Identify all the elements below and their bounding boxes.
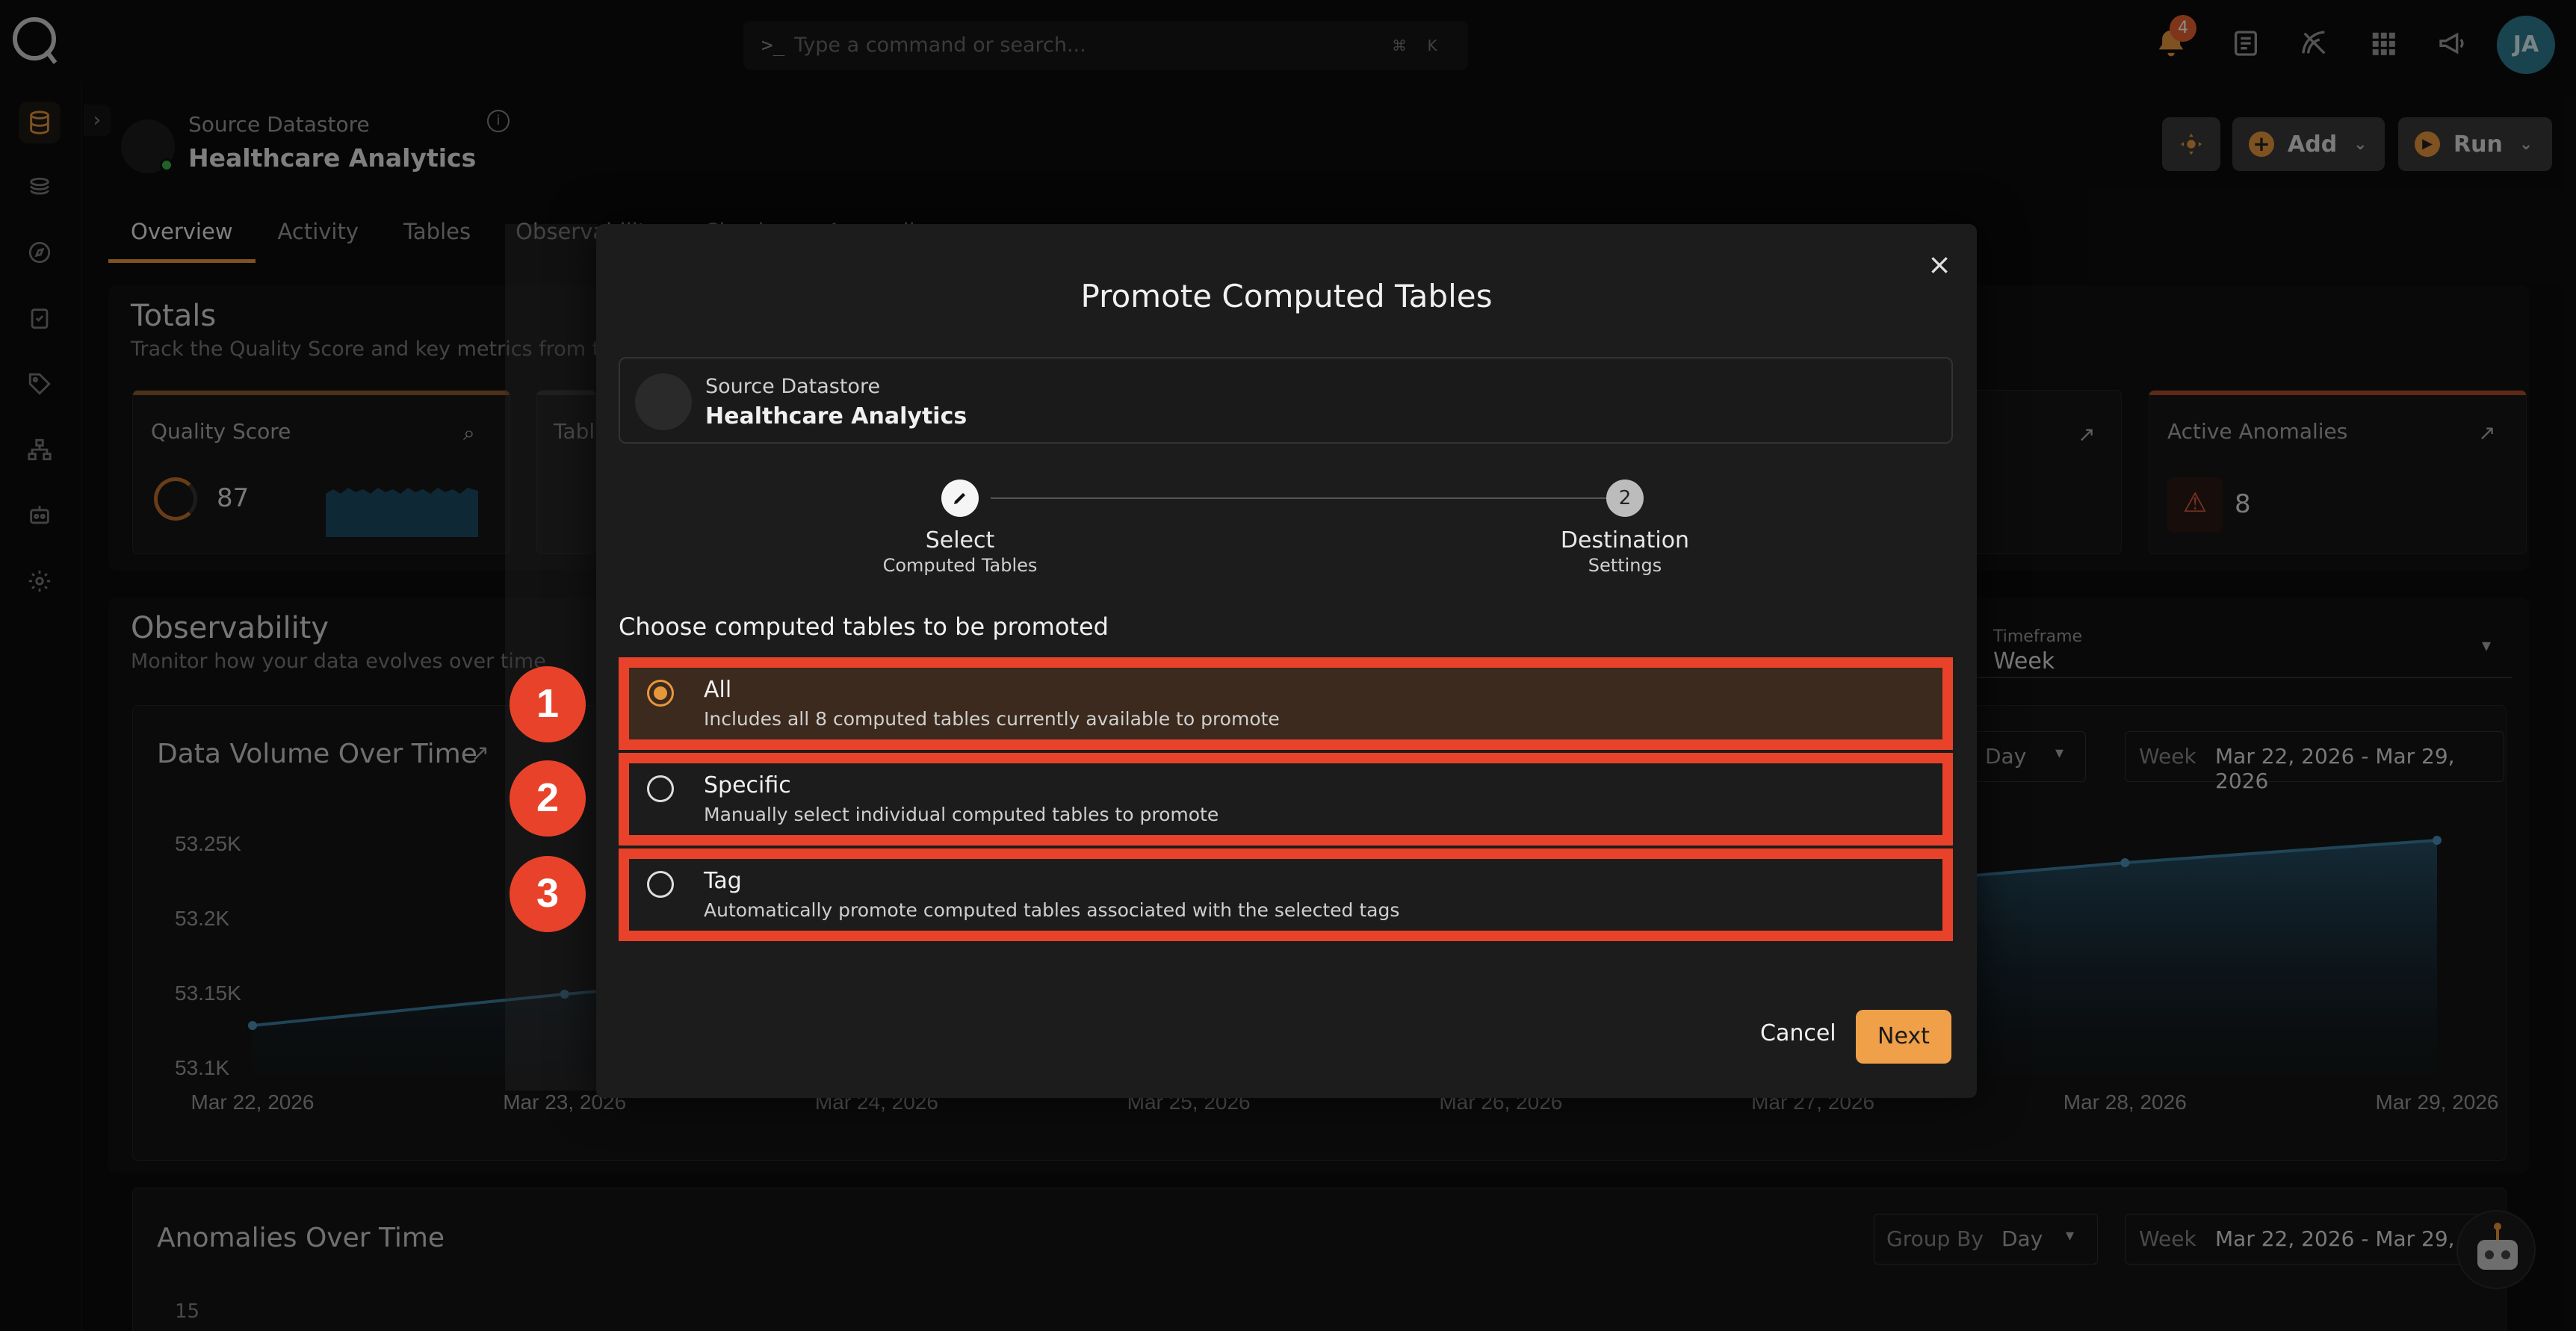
step-2-label: Destination Settings	[1490, 527, 1759, 576]
modal-datastore-label: Source Datastore	[705, 375, 881, 398]
option-specific-title: Specific	[704, 772, 791, 798]
modal-edge	[505, 224, 598, 1090]
option-all-desc: Includes all 8 computed tables currently…	[704, 708, 1280, 730]
cancel-button[interactable]: Cancel	[1760, 1020, 1836, 1046]
postgres-icon	[635, 373, 692, 430]
step-marker-3: 3	[510, 856, 586, 932]
step-2-indicator: 2	[1606, 480, 1644, 517]
modal-title: Promote Computed Tables	[1080, 278, 1493, 314]
step-1-subtitle: Computed Tables	[882, 555, 1038, 576]
promote-modal: × Promote Computed Tables Source Datasto…	[596, 224, 1977, 1098]
modal-datastore-box: Source Datastore Healthcare Analytics	[619, 357, 1953, 444]
step-marker-2: 2	[510, 760, 586, 837]
radio-all[interactable]	[647, 680, 674, 707]
choose-heading: Choose computed tables to be promoted	[619, 612, 1109, 641]
option-specific[interactable]: Specific Manually select individual comp…	[619, 753, 1953, 846]
radio-tag[interactable]	[647, 871, 674, 898]
step-marker-1: 1	[510, 666, 586, 742]
step-2-title: Destination	[1560, 527, 1690, 553]
step-1-indicator	[941, 480, 979, 517]
option-tag[interactable]: Tag Automatically promote computed table…	[619, 848, 1953, 941]
option-tag-desc: Automatically promote computed tables as…	[704, 899, 1400, 921]
option-specific-desc: Manually select individual computed tabl…	[704, 804, 1219, 825]
option-tag-title: Tag	[704, 868, 742, 894]
pencil-icon	[954, 493, 965, 504]
step-2-subtitle: Settings	[1588, 555, 1662, 576]
next-button[interactable]: Next	[1856, 1010, 1951, 1064]
radio-specific[interactable]	[647, 775, 674, 802]
option-all[interactable]: All Includes all 8 computed tables curre…	[619, 657, 1953, 750]
step-1-title: Select	[925, 527, 995, 553]
stepper-line	[991, 497, 1626, 499]
option-all-title: All	[704, 677, 732, 703]
close-icon[interactable]: ×	[1926, 250, 1953, 279]
modal-datastore-name: Healthcare Analytics	[705, 403, 967, 429]
step-1-label: Select Computed Tables	[826, 527, 1095, 576]
